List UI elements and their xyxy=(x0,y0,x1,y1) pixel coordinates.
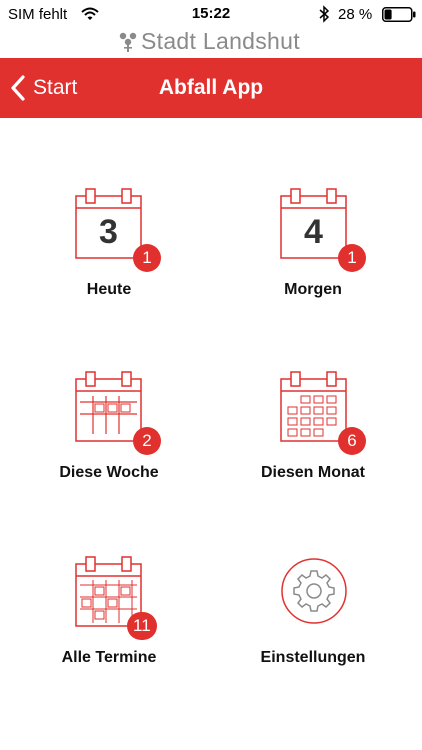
calendar-day-icon: 3 xyxy=(75,188,142,259)
tile-label: Alle Termine xyxy=(61,649,157,666)
tile-label: Heute xyxy=(86,281,132,298)
city-crest-icon xyxy=(119,32,137,52)
battery-percent: 28 % xyxy=(338,6,373,23)
navigation-bar: Start Abfall App xyxy=(0,58,422,118)
tile-einstellungen[interactable]: Einstellungen xyxy=(218,553,408,713)
calendar-week-icon xyxy=(75,371,142,442)
tile-label: Diese Woche xyxy=(59,464,159,481)
tile-badge: 2 xyxy=(133,427,161,455)
back-button-label: Start xyxy=(33,76,78,99)
tile-alle-termine[interactable]: 11 Alle Termine xyxy=(14,553,204,713)
tile-label: Morgen xyxy=(284,281,342,298)
tile-diese-woche[interactable]: 2 Diese Woche xyxy=(14,368,204,528)
tile-heute[interactable]: 3 1 Heute xyxy=(14,185,204,345)
tile-badge: 1 xyxy=(338,244,366,272)
calendar-all-icon xyxy=(75,556,142,627)
tile-badge: 11 xyxy=(127,612,157,640)
calendar-day-icon: 4 xyxy=(280,188,347,259)
calendar-day-number: 3 xyxy=(99,213,118,251)
chevron-left-icon xyxy=(11,75,25,101)
tile-label: Einstellungen xyxy=(260,649,366,666)
tile-diesen-monat[interactable]: 6 Diesen Monat xyxy=(218,368,408,528)
gear-icon xyxy=(281,558,347,624)
tile-badge: 1 xyxy=(133,244,161,272)
calendar-day-number: 4 xyxy=(304,213,323,251)
bluetooth-icon xyxy=(319,5,330,23)
tile-badge: 6 xyxy=(338,427,366,455)
brand-header: Stadt Landshut xyxy=(0,28,422,58)
back-button[interactable]: Start xyxy=(10,58,77,118)
tile-label: Diesen Monat xyxy=(260,464,365,481)
calendar-month-icon xyxy=(280,371,347,442)
battery-icon xyxy=(382,7,416,22)
tile-morgen[interactable]: 4 1 Morgen xyxy=(218,185,408,345)
brand-name: Stadt Landshut xyxy=(141,28,300,54)
status-bar: SIM fehlt 15:22 28 % xyxy=(0,0,422,28)
